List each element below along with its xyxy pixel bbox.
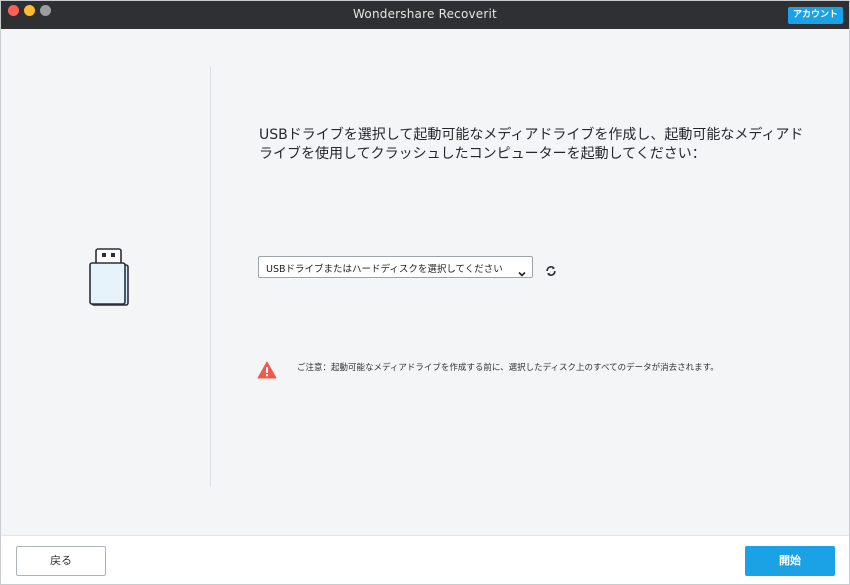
- warning-icon: [257, 361, 277, 383]
- instruction-text: USBドライブを選択して起動可能なメディアドライブを作成し、起動可能なメディアド…: [259, 127, 804, 162]
- account-button[interactable]: アカウント: [787, 7, 843, 24]
- usb-drive-icon: [87, 245, 131, 313]
- drive-select-value: USBドライブまたはハードディスクを選択してください: [266, 264, 503, 275]
- refresh-icon[interactable]: [545, 262, 557, 281]
- titlebar: Wondershare Recoverit アカウント: [1, 1, 849, 29]
- warning-text: ご注意：起動可能なメディアドライブを作成する前に、選択したディスク上のすべてのデ…: [297, 363, 719, 373]
- back-button[interactable]: 戻る: [16, 546, 106, 576]
- chevron-down-icon: [518, 263, 526, 282]
- start-button[interactable]: 開始: [745, 546, 835, 576]
- drive-select[interactable]: USBドライブまたはハードディスクを選択してください: [258, 256, 533, 278]
- vertical-divider: [210, 67, 211, 487]
- footer: 戻る 開始: [1, 535, 849, 584]
- main-content: USBドライブを選択して起動可能なメディアドライブを作成し、起動可能なメディアド…: [1, 29, 849, 535]
- window-title: Wondershare Recoverit: [353, 7, 497, 21]
- app-window: Wondershare Recoverit アカウント USBドライブを選択して…: [0, 0, 850, 585]
